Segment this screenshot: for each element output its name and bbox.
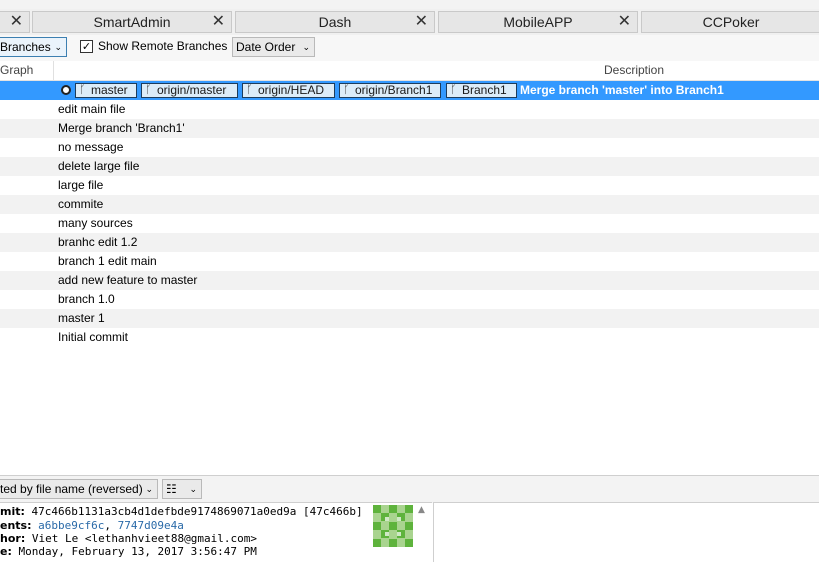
order-dropdown[interactable]: Date Order ⌄ — [232, 37, 315, 57]
show-remote-label: Show Remote Branches — [98, 39, 228, 53]
commit-row[interactable]: Initial commit — [0, 328, 819, 347]
commit-row[interactable]: no message — [0, 138, 819, 157]
commit-message: branch 1 edit main — [58, 254, 157, 268]
ref-badge[interactable]: ᚴ master — [75, 83, 137, 98]
ref-label: origin/master — [157, 83, 227, 97]
tab-label: CCPoker — [702, 14, 760, 30]
commit-message: large file — [58, 178, 104, 192]
branch-icon: ᚴ — [145, 84, 152, 96]
author-label: hor: — [0, 532, 26, 545]
commit-hash-label: mit: — [0, 505, 25, 518]
branch-icon: ᚴ — [79, 84, 86, 96]
toolbar: Branches ⌄ ✓ Show Remote Branches Date O… — [0, 35, 819, 61]
commit-message: delete large file — [58, 159, 140, 173]
column-header: Graph Description — [0, 61, 819, 81]
commit-row[interactable]: delete large file — [0, 157, 819, 176]
commit-row[interactable]: Merge branch 'Branch1' — [0, 119, 819, 138]
tab-label: MobileAPP — [503, 14, 573, 30]
ref-label: Branch1 — [462, 83, 507, 97]
commit-message: branch 1.0 — [58, 292, 115, 306]
tab-dash[interactable]: Dash ✕ — [235, 11, 435, 33]
chevron-down-icon: ⌄ — [54, 42, 62, 52]
file-list-toolbar: ted by file name (reversed) ⌄ ☷ ⌄ — [0, 475, 819, 503]
tab-label: SmartAdmin — [93, 14, 171, 30]
ref-badge[interactable]: ᚴ Branch1 — [446, 83, 517, 98]
parent-link[interactable]: a6bbe9cf6c — [38, 519, 104, 532]
tab-unnamed[interactable]: ✕ — [0, 11, 30, 33]
close-icon[interactable]: ✕ — [618, 12, 631, 32]
ref-label: origin/HEAD — [258, 83, 325, 97]
close-icon[interactable]: ✕ — [212, 12, 225, 32]
ref-badge[interactable]: ᚴ origin/HEAD — [242, 83, 335, 98]
ref-label: origin/Branch1 — [355, 83, 433, 97]
order-dropdown-label: Date Order — [236, 40, 296, 54]
chevron-down-icon: ⌄ — [145, 484, 153, 494]
commit-details-panel: mit: 47c466b1131a3cb4d1defbde9174869071a… — [0, 502, 432, 562]
commit-row[interactable]: branch 1.0 — [0, 290, 819, 309]
tab-bar: ✕ SmartAdmin ✕ Dash ✕ MobileAPP ✕ CCPoke… — [0, 9, 819, 36]
branches-dropdown-label: Branches — [0, 40, 51, 54]
list-view-icon: ☷ — [166, 482, 177, 496]
commit-message: Initial commit — [58, 330, 129, 344]
chevron-down-icon: ⌄ — [189, 484, 197, 494]
commit-row[interactable]: branch 1 edit main — [0, 252, 819, 271]
parents-label: ents: — [0, 519, 32, 532]
file-diff-pane — [433, 502, 819, 562]
tab-ccpoker[interactable]: CCPoker — [641, 11, 819, 33]
ref-badge[interactable]: ᚴ origin/master — [141, 83, 238, 98]
commit-message: many sources — [58, 216, 133, 230]
avatar — [373, 505, 413, 547]
file-sort-dropdown[interactable]: ted by file name (reversed) ⌄ — [0, 479, 158, 499]
author-value: Viet Le <lethanhvieet88@gmail.com> — [31, 532, 258, 545]
commit-row[interactable]: commite — [0, 195, 819, 214]
scroll-up-icon[interactable]: ▲ — [418, 505, 425, 515]
commit-row[interactable]: master 1 — [0, 309, 819, 328]
commit-row[interactable]: many sources — [0, 214, 819, 233]
file-sort-label: ted by file name (reversed) — [0, 482, 143, 496]
commit-message: branhc edit 1.2 — [58, 235, 138, 249]
close-icon[interactable]: ✕ — [415, 12, 428, 32]
branch-icon: ᚴ — [246, 84, 253, 96]
commit-node-icon — [61, 85, 71, 95]
identicon-icon — [373, 505, 413, 547]
commit-message: edit main file — [58, 102, 126, 116]
show-remote-checkbox[interactable]: ✓ — [80, 40, 93, 53]
ref-label: master — [91, 83, 128, 97]
commit-message: commite — [58, 197, 104, 211]
date-label: e: — [0, 545, 12, 558]
column-divider[interactable] — [53, 61, 54, 80]
parent-link[interactable]: 7747d09e4a — [118, 519, 184, 532]
branch-icon: ᚴ — [343, 84, 350, 96]
commit-message: Merge branch 'Branch1' — [58, 121, 185, 135]
commit-hash-value: 47c466b1131a3cb4d1defbde9174869071a0ed9a… — [31, 505, 363, 518]
tab-mobileapp[interactable]: MobileAPP ✕ — [438, 11, 638, 33]
description-column-header[interactable]: Description — [604, 63, 664, 77]
view-mode-dropdown[interactable]: ☷ ⌄ — [162, 479, 202, 499]
commit-message: add new feature to master — [58, 273, 198, 287]
close-icon[interactable]: ✕ — [10, 12, 23, 32]
tab-label: Dash — [318, 14, 352, 30]
tab-smartadmin[interactable]: SmartAdmin ✕ — [32, 11, 232, 33]
branches-dropdown[interactable]: Branches ⌄ — [0, 37, 67, 57]
graph-column-header[interactable]: Graph — [0, 63, 33, 77]
commit-message: no message — [58, 140, 124, 154]
commit-message: master 1 — [58, 311, 105, 325]
date-value: Monday, February 13, 2017 3:56:47 PM — [18, 545, 257, 558]
chevron-down-icon: ⌄ — [302, 42, 310, 52]
commit-row[interactable]: edit main file — [0, 100, 819, 119]
branch-icon: ᚴ — [450, 84, 457, 96]
commit-row[interactable]: branhc edit 1.2 — [0, 233, 819, 252]
ref-badge[interactable]: ᚴ origin/Branch1 — [339, 83, 441, 98]
commit-row-selected[interactable]: ᚴ master ᚴ origin/master ᚴ origin/HEAD ᚴ ori… — [0, 81, 819, 100]
commit-message: Merge branch 'master' into Branch1 — [520, 83, 724, 97]
commit-row[interactable]: add new feature to master — [0, 271, 819, 290]
commit-row[interactable]: large file — [0, 176, 819, 195]
